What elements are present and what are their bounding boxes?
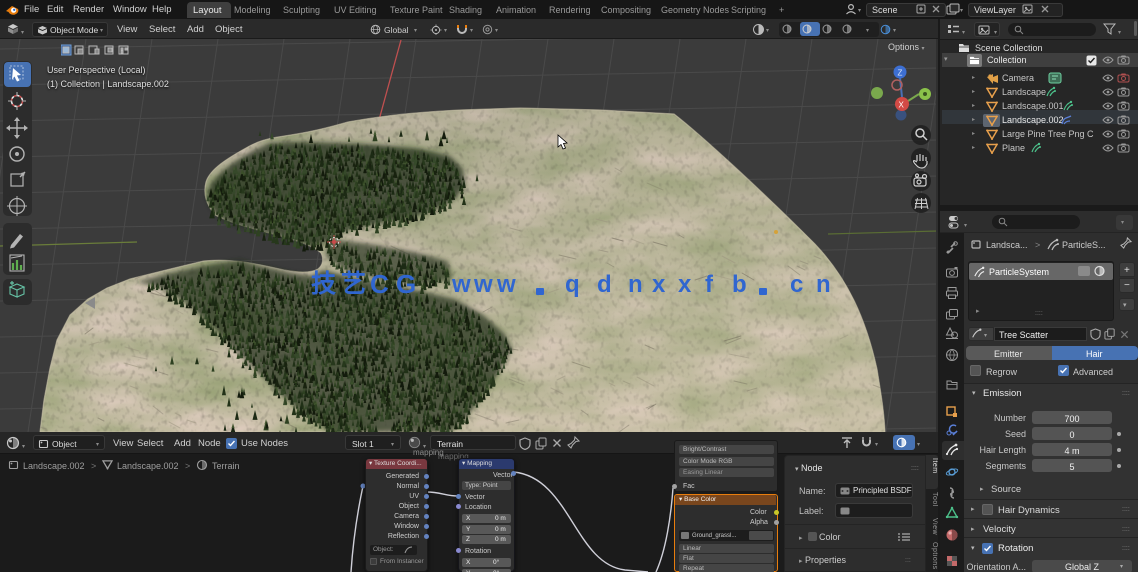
svg-text:Z: Z [898, 69, 903, 78]
svg-text:X: X [899, 101, 905, 110]
